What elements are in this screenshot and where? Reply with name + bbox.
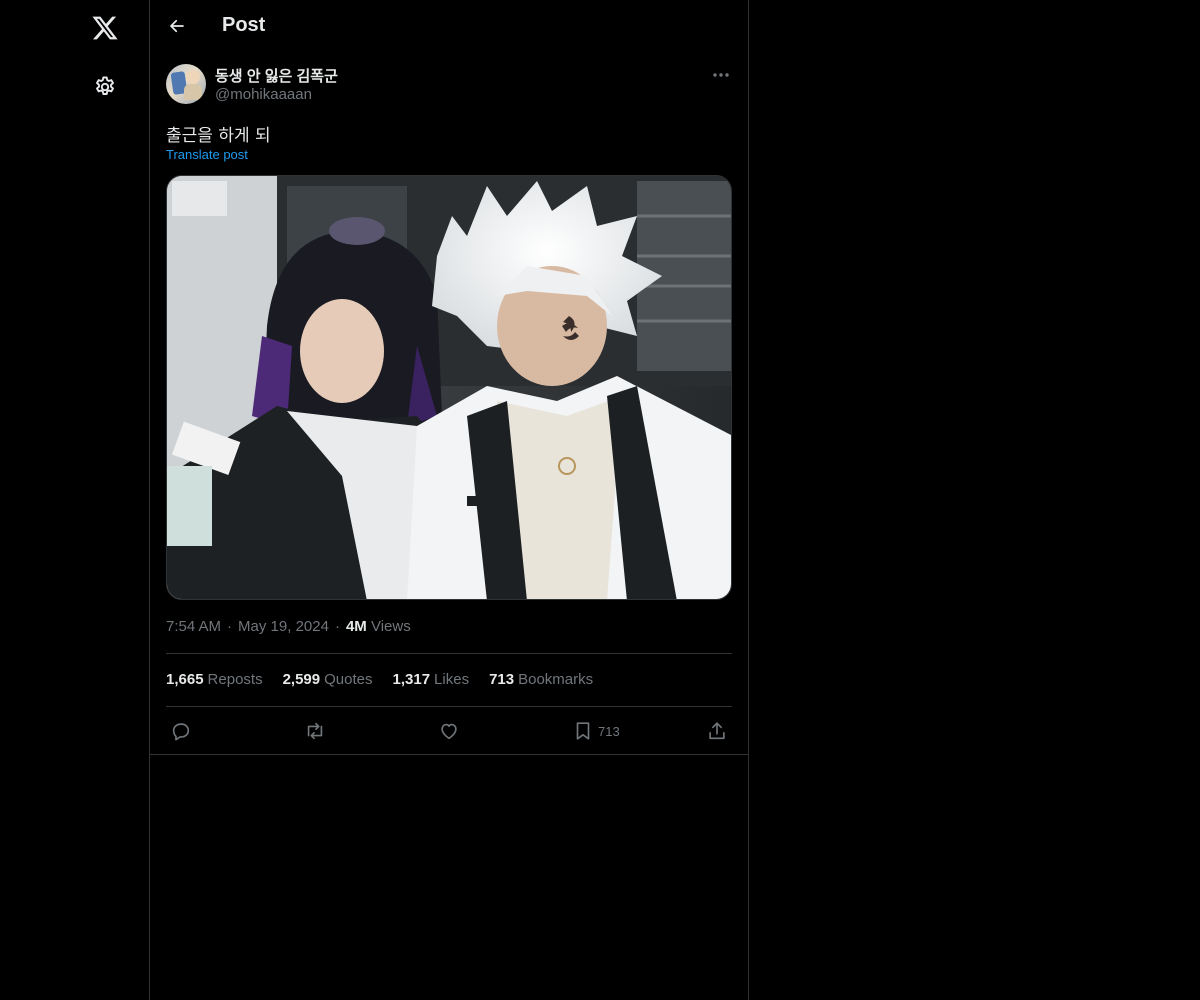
post-meta: 7:54 AM · May 19, 2024 · 4M Views xyxy=(166,618,411,635)
post-column: Post 동생 안 잃은 김폭군 @mohikaaaan 출근을 하게 되 Tr… xyxy=(149,0,749,1000)
more-options-button[interactable] xyxy=(710,64,732,86)
likes-label: Likes xyxy=(434,671,470,688)
views-count: 4M xyxy=(345,618,367,635)
views-label: Views xyxy=(370,618,411,635)
post-time[interactable]: 7:54 AM xyxy=(166,618,221,635)
page-header: Post xyxy=(150,0,748,53)
divider xyxy=(150,754,748,755)
post-date[interactable]: May 19, 2024 xyxy=(238,618,329,635)
post-actions: 713 xyxy=(166,716,732,746)
share-button[interactable] xyxy=(706,716,728,746)
like-button[interactable] xyxy=(438,716,460,746)
post-text: 출근을 하게 되 xyxy=(166,126,271,146)
translate-post-link[interactable]: Translate post xyxy=(166,147,248,162)
arrow-left-icon xyxy=(170,19,184,33)
back-button[interactable] xyxy=(160,9,194,43)
reply-button[interactable] xyxy=(170,716,192,746)
post-photo[interactable] xyxy=(166,175,732,600)
repost-button[interactable] xyxy=(303,716,327,746)
photo-image xyxy=(167,176,731,599)
bookmark-button[interactable]: 713 xyxy=(572,716,620,746)
likes-stat[interactable]: 1,317 Likes xyxy=(393,671,470,688)
x-logo-icon[interactable] xyxy=(85,8,125,48)
repost-icon xyxy=(307,722,323,740)
author-display-name[interactable]: 동생 안 잃은 김폭군 xyxy=(215,65,338,86)
bookmark-count: 713 xyxy=(598,723,620,739)
divider xyxy=(166,653,732,654)
reposts-count: 1,665 xyxy=(166,671,204,688)
left-nav xyxy=(0,0,150,1000)
meta-separator: · xyxy=(227,618,233,635)
divider xyxy=(166,706,732,707)
settings-icon[interactable] xyxy=(85,67,125,107)
bookmark-icon xyxy=(576,722,590,740)
reposts-label: Reposts xyxy=(207,671,263,688)
likes-count: 1,317 xyxy=(392,671,431,688)
author-handle[interactable]: @mohikaaaan xyxy=(215,86,312,103)
bookmarks-count: 713 xyxy=(489,671,515,688)
share-icon xyxy=(709,722,725,740)
more-horizontal-icon xyxy=(713,73,729,77)
bookmarks-stat[interactable]: 713 Bookmarks xyxy=(489,671,593,688)
reposts-stat[interactable]: 1,665 Reposts xyxy=(166,671,263,688)
quotes-stat[interactable]: 2,599 Quotes xyxy=(283,671,373,688)
quotes-count: 2,599 xyxy=(282,671,321,688)
page-title: Post xyxy=(222,14,266,36)
bookmarks-label: Bookmarks xyxy=(518,671,594,688)
post-stats: 1,665 Reposts 2,599 Quotes 1,317 Likes 713 B… xyxy=(166,671,593,688)
quotes-label: Quotes xyxy=(324,671,373,688)
post-author: 동생 안 잃은 김폭군 @mohikaaaan xyxy=(166,64,732,108)
heart-icon xyxy=(441,723,457,740)
meta-separator: · xyxy=(334,618,340,635)
avatar[interactable] xyxy=(166,64,206,104)
reply-icon xyxy=(172,723,190,741)
